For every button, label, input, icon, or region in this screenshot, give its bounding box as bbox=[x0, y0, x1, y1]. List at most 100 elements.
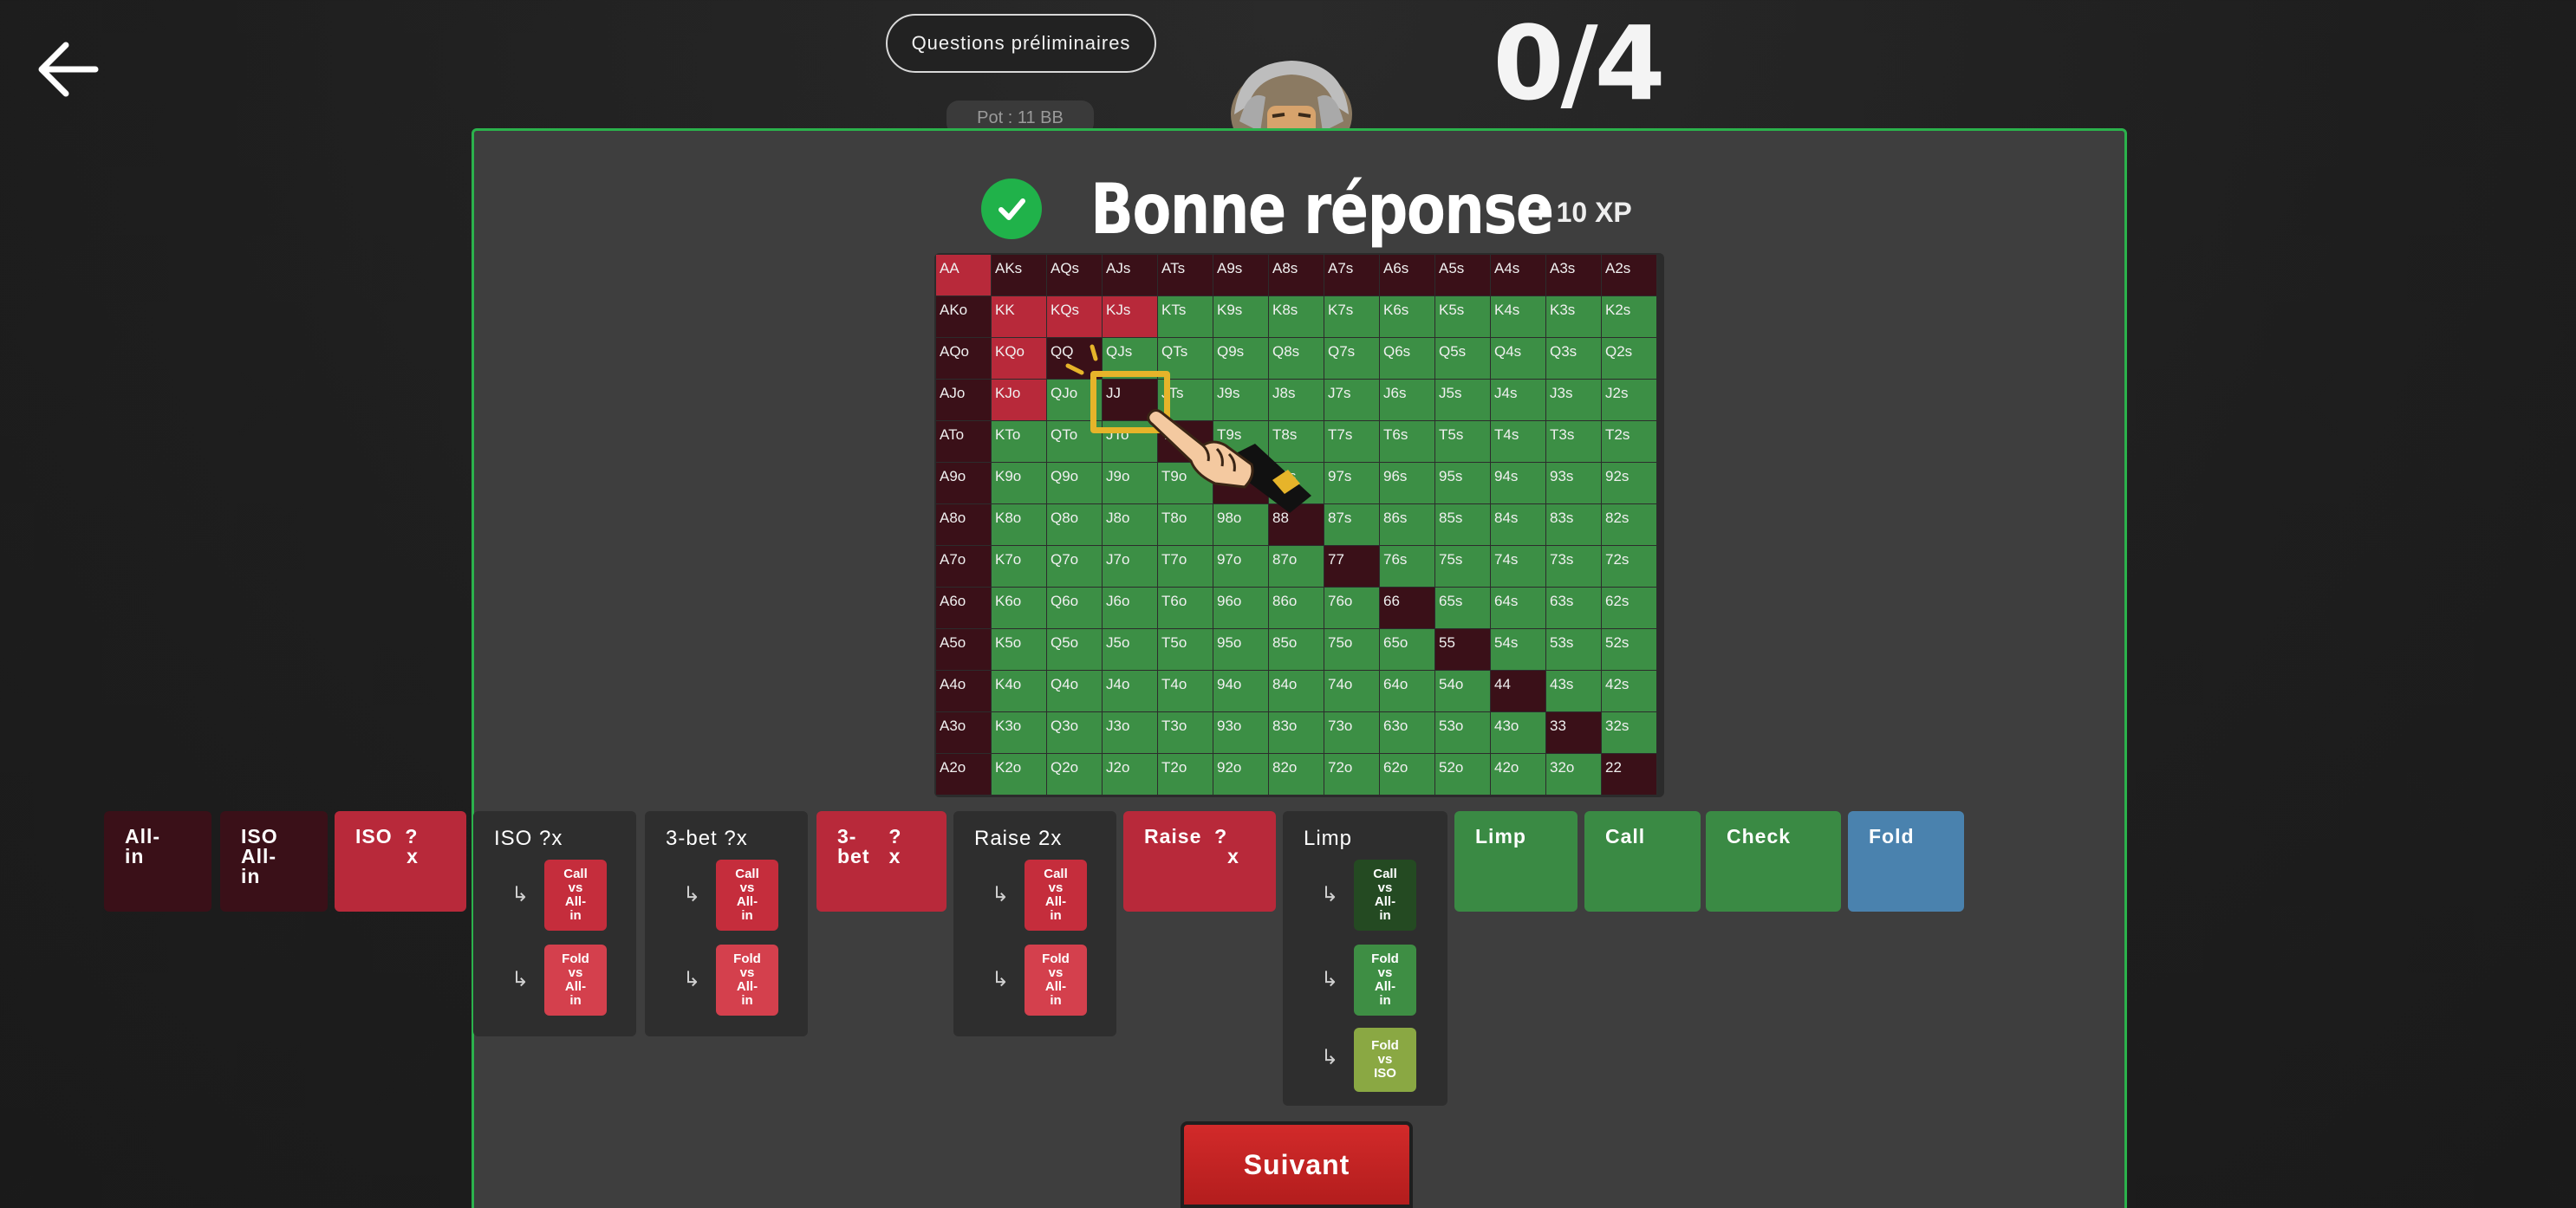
range-cell[interactable]: K6o bbox=[992, 588, 1047, 629]
range-cell[interactable]: KJs bbox=[1103, 296, 1158, 338]
range-cell[interactable]: K2o bbox=[992, 754, 1047, 796]
range-cell[interactable]: T4s bbox=[1491, 421, 1546, 463]
range-cell[interactable]: T6o bbox=[1158, 588, 1213, 629]
range-cell[interactable]: AA bbox=[936, 255, 992, 296]
range-cell[interactable]: QTo bbox=[1047, 421, 1103, 463]
range-cell[interactable]: T3o bbox=[1158, 712, 1213, 754]
range-cell[interactable]: 92o bbox=[1213, 754, 1269, 796]
range-cell[interactable]: 93o bbox=[1213, 712, 1269, 754]
range-cell[interactable]: 75o bbox=[1324, 629, 1380, 671]
range-cell[interactable]: JTs bbox=[1158, 380, 1213, 421]
range-cell[interactable]: JTo bbox=[1103, 421, 1158, 463]
range-cell[interactable]: T5s bbox=[1435, 421, 1491, 463]
range-cell[interactable]: KJo bbox=[992, 380, 1047, 421]
range-cell[interactable]: T5o bbox=[1158, 629, 1213, 671]
range-cell[interactable]: J9s bbox=[1213, 380, 1269, 421]
range-cell[interactable]: A2o bbox=[936, 754, 992, 796]
range-cell[interactable]: 96s bbox=[1380, 463, 1435, 504]
next-button[interactable]: Suivant bbox=[1181, 1121, 1413, 1208]
range-cell[interactable]: K7s bbox=[1324, 296, 1380, 338]
range-cell[interactable]: TT bbox=[1158, 421, 1213, 463]
range-cell[interactable]: T7s bbox=[1324, 421, 1380, 463]
fold-button[interactable]: Fold bbox=[1848, 811, 1964, 912]
range-cell[interactable]: A4s bbox=[1491, 255, 1546, 296]
range-cell[interactable]: Q3o bbox=[1047, 712, 1103, 754]
range-cell[interactable]: Q4o bbox=[1047, 671, 1103, 712]
range-cell[interactable]: 54o bbox=[1435, 671, 1491, 712]
range-cell[interactable]: 52s bbox=[1602, 629, 1657, 671]
threebet-call-vs-allin-button[interactable]: Call vs All- in bbox=[716, 860, 778, 931]
range-cell[interactable]: 92s bbox=[1602, 463, 1657, 504]
range-cell[interactable]: Q4s bbox=[1491, 338, 1546, 380]
range-cell[interactable]: Q9o bbox=[1047, 463, 1103, 504]
range-cell[interactable]: 97s bbox=[1324, 463, 1380, 504]
range-cell[interactable]: 42o bbox=[1491, 754, 1546, 796]
range-cell[interactable]: 82o bbox=[1269, 754, 1324, 796]
range-cell[interactable]: QJs bbox=[1103, 338, 1158, 380]
range-cell[interactable]: 72o bbox=[1324, 754, 1380, 796]
range-cell[interactable]: 54s bbox=[1491, 629, 1546, 671]
range-cell[interactable]: A5s bbox=[1435, 255, 1491, 296]
range-cell[interactable]: 94o bbox=[1213, 671, 1269, 712]
range-cell[interactable]: Q8o bbox=[1047, 504, 1103, 546]
range-cell[interactable]: Q5s bbox=[1435, 338, 1491, 380]
preliminary-questions-button[interactable]: Questions préliminaires bbox=[886, 14, 1156, 73]
range-cell[interactable]: 62s bbox=[1602, 588, 1657, 629]
range-cell[interactable]: 77 bbox=[1324, 546, 1380, 588]
limp-fold-vs-allin-button[interactable]: Fold vs All- in bbox=[1354, 945, 1416, 1016]
range-cell[interactable]: J9o bbox=[1103, 463, 1158, 504]
range-cell[interactable]: 32o bbox=[1546, 754, 1602, 796]
range-cell[interactable]: 53s bbox=[1546, 629, 1602, 671]
range-cell[interactable]: Q6o bbox=[1047, 588, 1103, 629]
range-cell[interactable]: 74o bbox=[1324, 671, 1380, 712]
range-cell[interactable]: 76s bbox=[1380, 546, 1435, 588]
range-cell[interactable]: AQo bbox=[936, 338, 992, 380]
range-cell[interactable]: K7o bbox=[992, 546, 1047, 588]
range-cell[interactable]: 86o bbox=[1269, 588, 1324, 629]
range-cell[interactable]: 96o bbox=[1213, 588, 1269, 629]
range-cell[interactable]: Q2o bbox=[1047, 754, 1103, 796]
range-cell[interactable]: 62o bbox=[1380, 754, 1435, 796]
range-cell[interactable]: T8s bbox=[1269, 421, 1324, 463]
range-cell[interactable]: Q7s bbox=[1324, 338, 1380, 380]
range-cell[interactable]: AKs bbox=[992, 255, 1047, 296]
range-cell[interactable]: ATs bbox=[1158, 255, 1213, 296]
range-cell[interactable]: A5o bbox=[936, 629, 992, 671]
range-cell[interactable]: QTs bbox=[1158, 338, 1213, 380]
range-cell[interactable]: A9o bbox=[936, 463, 992, 504]
range-cell[interactable]: T6s bbox=[1380, 421, 1435, 463]
range-cell[interactable]: 84s bbox=[1491, 504, 1546, 546]
range-cell[interactable]: J4o bbox=[1103, 671, 1158, 712]
range-cell[interactable]: 55 bbox=[1435, 629, 1491, 671]
range-cell[interactable]: 98o bbox=[1213, 504, 1269, 546]
range-cell[interactable]: AQs bbox=[1047, 255, 1103, 296]
range-cell[interactable]: K4s bbox=[1491, 296, 1546, 338]
range-cell[interactable]: QQ bbox=[1047, 338, 1103, 380]
range-cell[interactable]: J3o bbox=[1103, 712, 1158, 754]
range-cell[interactable]: AKo bbox=[936, 296, 992, 338]
range-cell[interactable]: Q8s bbox=[1269, 338, 1324, 380]
range-cell[interactable]: J4s bbox=[1491, 380, 1546, 421]
range-cell[interactable]: T3s bbox=[1546, 421, 1602, 463]
range-cell[interactable]: A8o bbox=[936, 504, 992, 546]
range-cell[interactable]: 52o bbox=[1435, 754, 1491, 796]
range-cell[interactable]: K3s bbox=[1546, 296, 1602, 338]
range-cell[interactable]: A6o bbox=[936, 588, 992, 629]
range-cell[interactable]: A7o bbox=[936, 546, 992, 588]
range-cell[interactable]: A3s bbox=[1546, 255, 1602, 296]
range-cell[interactable]: 66 bbox=[1380, 588, 1435, 629]
range-cell[interactable]: 72s bbox=[1602, 546, 1657, 588]
range-cell[interactable]: 86s bbox=[1380, 504, 1435, 546]
allin-button[interactable]: All- in bbox=[104, 811, 211, 912]
range-cell[interactable]: ATo bbox=[936, 421, 992, 463]
range-cell[interactable]: 43o bbox=[1491, 712, 1546, 754]
limp-call-vs-allin-button[interactable]: Call vs All- in bbox=[1354, 860, 1416, 931]
range-cell[interactable]: K9o bbox=[992, 463, 1047, 504]
range-cell[interactable]: 65s bbox=[1435, 588, 1491, 629]
range-cell[interactable]: 82s bbox=[1602, 504, 1657, 546]
range-cell[interactable]: QJo bbox=[1047, 380, 1103, 421]
range-cell[interactable]: J3s bbox=[1546, 380, 1602, 421]
range-cell[interactable]: J7s bbox=[1324, 380, 1380, 421]
range-cell[interactable]: J8o bbox=[1103, 504, 1158, 546]
range-cell[interactable]: 32s bbox=[1602, 712, 1657, 754]
